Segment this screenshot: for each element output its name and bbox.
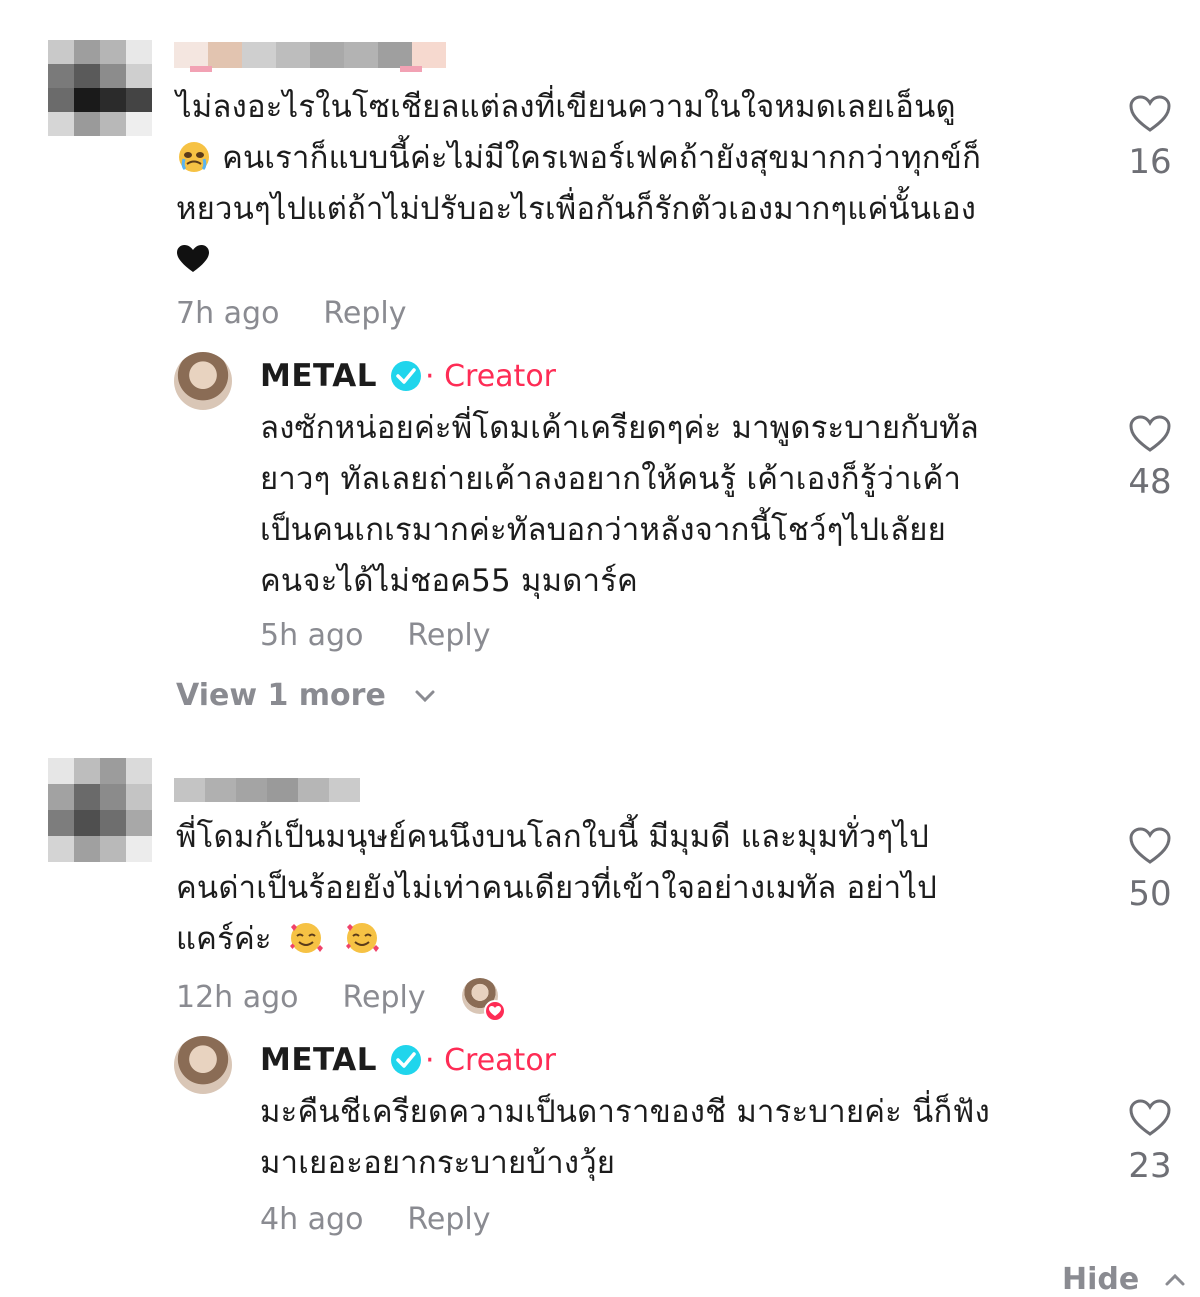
like-count: 48 bbox=[1128, 462, 1172, 502]
verified-badge-icon bbox=[391, 361, 422, 391]
commenter-avatar-blurred[interactable] bbox=[48, 40, 152, 136]
reply-meta: 5h ago Reply bbox=[260, 618, 491, 653]
comment-line: คนเราก็แบบนี้ค่ะไม่มีใครเพอร์เฟคถ้ายังสุ… bbox=[176, 133, 1096, 184]
verified-badge-icon bbox=[391, 1045, 422, 1075]
smiling-face-with-hearts-emoji-icon bbox=[345, 923, 379, 953]
like-count: 23 bbox=[1128, 1146, 1172, 1186]
like-button[interactable]: 48 bbox=[1110, 414, 1190, 502]
like-count: 16 bbox=[1128, 142, 1172, 182]
smiling-face-with-hearts-emoji-icon bbox=[289, 923, 323, 953]
creator-label: · Creator bbox=[425, 1042, 557, 1078]
reply-line: ยาวๆ ทัลเลยถ่ายเค้าลงอยากให้คนรู้ เค้าเอ… bbox=[260, 461, 962, 497]
creator-avatar[interactable] bbox=[174, 352, 232, 410]
comment-line-text: แคร์ค่ะ bbox=[176, 921, 272, 957]
like-button[interactable]: 23 bbox=[1110, 1098, 1190, 1186]
reply-line: คนจะได้ไม่ชอค55 มุมดาร์ค bbox=[260, 563, 638, 599]
commenter-username-blurred[interactable] bbox=[174, 42, 446, 68]
reply-line: ลงซักหน่อยค่ะพี่โดมเค้าเครียดๆค่ะ มาพูดร… bbox=[260, 410, 979, 446]
creator-liked-indicator bbox=[462, 978, 508, 1024]
chevron-up-icon bbox=[1165, 1273, 1185, 1286]
reply-line: มาเยอะอยากระบายบ้างวุ้ย bbox=[260, 1145, 616, 1181]
reply-timestamp: 5h ago bbox=[260, 618, 364, 653]
comment-text: ไม่ลงอะไรในโซเชียลแต่ลงที่เขียนความในใจห… bbox=[176, 82, 1096, 286]
comment-line bbox=[176, 235, 1096, 286]
like-count: 50 bbox=[1128, 874, 1172, 914]
reply-button[interactable]: Reply bbox=[343, 980, 426, 1015]
comment-timestamp: 7h ago bbox=[176, 296, 280, 331]
comment-text: พี่โดมก้เป็นมนุษย์คนนึงบนโลกใบนี้ มีมุมด… bbox=[176, 812, 1096, 965]
reply-text: ลงซักหน่อยค่ะพี่โดมเค้าเครียดๆค่ะ มาพูดร… bbox=[260, 403, 1100, 607]
creator-label: · Creator bbox=[425, 358, 557, 394]
reply-button[interactable]: Reply bbox=[407, 618, 490, 653]
like-button[interactable]: 50 bbox=[1110, 826, 1190, 914]
black-heart-emoji-icon bbox=[177, 245, 209, 272]
reply-button[interactable]: Reply bbox=[407, 1202, 490, 1237]
chevron-down-icon bbox=[415, 690, 435, 703]
reply-line: มะคืนชีเครียดความเป็นดาราของชี มาระบายค่… bbox=[260, 1094, 990, 1130]
commenter-avatar-blurred[interactable] bbox=[48, 758, 152, 862]
author-name[interactable]: METAL bbox=[260, 358, 377, 394]
comment-meta: 7h ago Reply bbox=[176, 296, 407, 331]
heart-outline-icon bbox=[1129, 95, 1171, 132]
comment-line: แคร์ค่ะ bbox=[176, 914, 1096, 965]
username-blur-accent bbox=[190, 66, 212, 72]
comment-timestamp: 12h ago bbox=[176, 980, 299, 1015]
creator-avatar[interactable] bbox=[174, 1036, 232, 1094]
heart-outline-icon bbox=[1129, 415, 1171, 452]
view-more-replies-button[interactable]: View 1 more bbox=[176, 678, 436, 713]
reply-author-row: METAL · Creator bbox=[260, 358, 556, 394]
comment-meta: 12h ago Reply bbox=[176, 980, 426, 1015]
comment-line: คนด่าเป็นร้อยยังไม่เท่าคนเดียวที่เข้าใจอ… bbox=[176, 870, 937, 906]
like-button[interactable]: 16 bbox=[1110, 94, 1190, 182]
reply-timestamp: 4h ago bbox=[260, 1202, 364, 1237]
crying-face-emoji-icon bbox=[179, 142, 209, 172]
reply-text: มะคืนชีเครียดความเป็นดาราของชี มาระบายค่… bbox=[260, 1087, 1100, 1189]
commenter-username-blurred[interactable] bbox=[174, 778, 362, 802]
heart-badge-icon bbox=[484, 1000, 506, 1022]
comment-line: พี่โดมก้เป็นมนุษย์คนนึงบนโลกใบนี้ มีมุมด… bbox=[176, 819, 930, 855]
comment-line-text: คนเราก็แบบนี้ค่ะไม่มีใครเพอร์เฟคถ้ายังสุ… bbox=[222, 140, 982, 176]
reply-line: เป็นคนเกเรมากค่ะทัลบอกว่าหลังจากนี้โชว์ๆ… bbox=[260, 512, 946, 548]
heart-outline-icon bbox=[1129, 827, 1171, 864]
comment-line: ไม่ลงอะไรในโซเชียลแต่ลงที่เขียนความในใจห… bbox=[176, 89, 956, 125]
heart-outline-icon bbox=[1129, 1099, 1171, 1136]
username-blur-accent bbox=[400, 66, 422, 72]
comment-line: หยวนๆไปแต่ถ้าไม่ปรับอะไรเพื่อกันก็รักตัว… bbox=[176, 191, 977, 227]
reply-button[interactable]: Reply bbox=[323, 296, 406, 331]
view-more-label: View 1 more bbox=[176, 678, 386, 713]
reply-meta: 4h ago Reply bbox=[260, 1202, 491, 1237]
reply-author-row: METAL · Creator bbox=[260, 1042, 556, 1078]
author-name[interactable]: METAL bbox=[260, 1042, 377, 1078]
